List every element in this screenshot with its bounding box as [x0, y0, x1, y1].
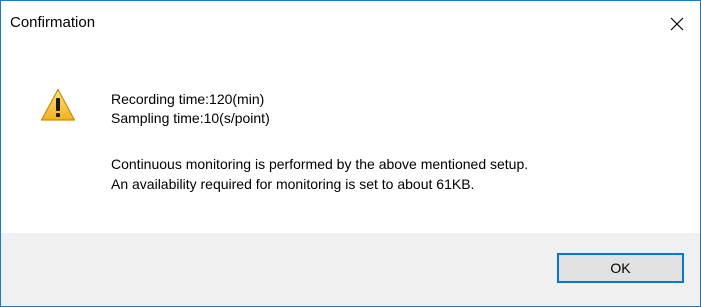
- availability-text: An availability required for monitoring …: [111, 176, 475, 192]
- recording-time-text: Recording time:120(min): [111, 91, 265, 107]
- close-button[interactable]: [654, 1, 700, 47]
- monitoring-setup-text: Continuous monitoring is performed by th…: [111, 156, 529, 172]
- title-bar: Confirmation: [1, 1, 700, 47]
- confirmation-dialog: Confirmation Recording time:120(min) Sam…: [0, 0, 701, 307]
- dialog-content: Recording time:120(min) Sampling time:10…: [1, 47, 700, 233]
- dialog-title: Confirmation: [10, 14, 96, 31]
- close-icon: [670, 17, 684, 31]
- ok-button[interactable]: OK: [557, 253, 684, 283]
- ok-button-label: OK: [610, 260, 631, 276]
- button-bar: OK: [1, 233, 700, 306]
- sampling-time-text: Sampling time:10(s/point): [111, 110, 270, 126]
- warning-icon: [40, 88, 76, 121]
